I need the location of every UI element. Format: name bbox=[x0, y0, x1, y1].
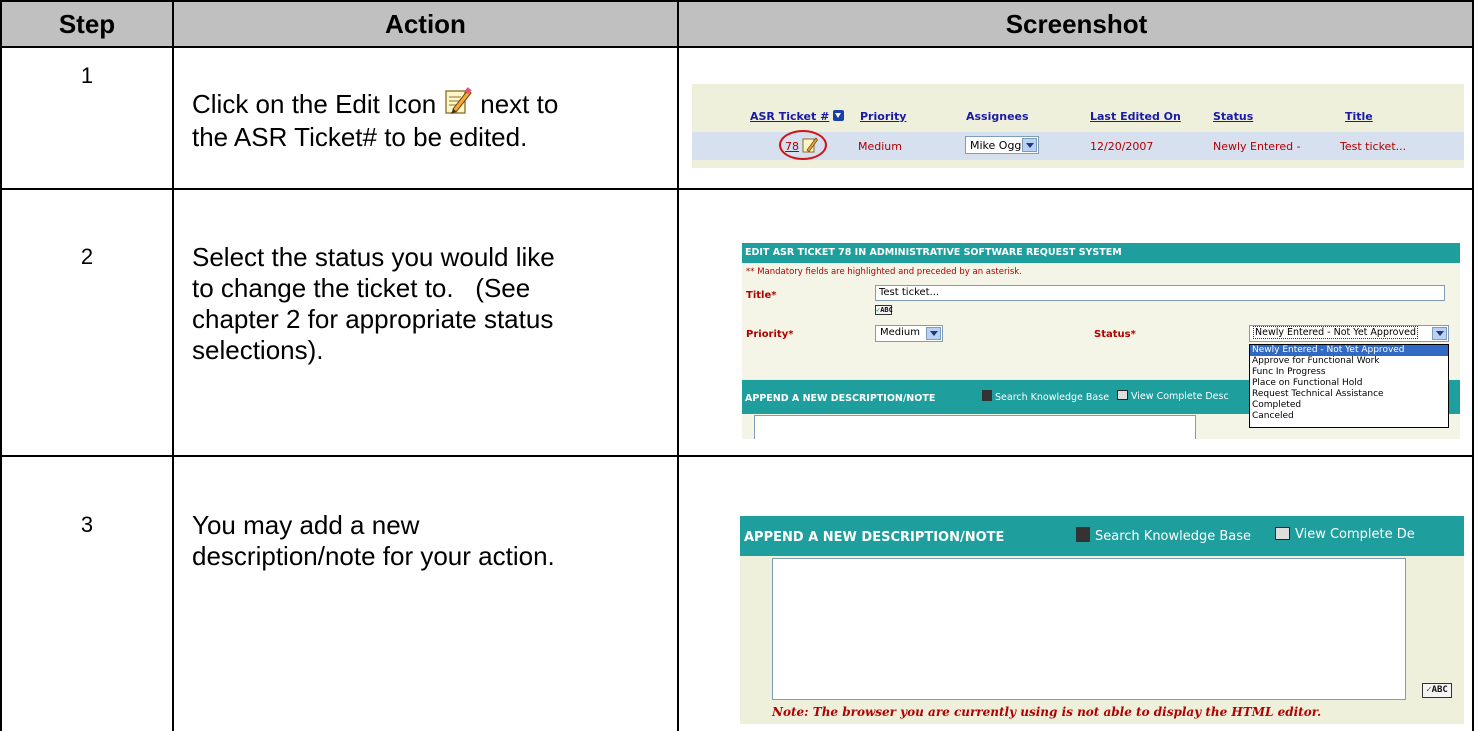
priority-select[interactable]: Medium bbox=[875, 325, 943, 342]
view-complete-link[interactable]: View Complete Desc bbox=[1117, 390, 1229, 402]
search-kb-link[interactable]: Search Knowledge Base bbox=[982, 390, 1109, 403]
edit-ticket-screenshot: EDIT ASR TICKET 78 IN ADMINISTRATIVE SOF… bbox=[742, 243, 1460, 439]
step-action: You may add a new description/note for y… bbox=[192, 510, 667, 572]
books-icon bbox=[1076, 527, 1090, 542]
ticket-title: Test ticket... bbox=[1340, 140, 1407, 153]
title-input[interactable]: Test ticket... bbox=[875, 285, 1445, 301]
document-icon bbox=[1117, 390, 1128, 400]
action-text: Click on the Edit Icon bbox=[192, 89, 437, 119]
status-select[interactable]: Newly Entered - Not Yet Approved bbox=[1249, 325, 1449, 342]
status-option[interactable]: Newly Entered - Not Yet Approved bbox=[1250, 345, 1448, 356]
edit-icon bbox=[444, 86, 472, 116]
ticket-priority: Medium bbox=[858, 140, 902, 153]
instruction-table: Step Action Screenshot 1 Click on the Ed… bbox=[0, 0, 1474, 731]
append-header: APPEND A NEW DESCRIPTION/NOTE bbox=[744, 530, 1005, 545]
ticket-status: Newly Entered - bbox=[1213, 140, 1301, 153]
status-option[interactable]: Func In Progress bbox=[1250, 367, 1448, 378]
row-divider bbox=[2, 0, 1472, 2]
col-status[interactable]: Status bbox=[1213, 110, 1253, 123]
ticket-list-screenshot: ASR Ticket # Priority Assignees Last Edi… bbox=[692, 84, 1464, 168]
action-text: the ASR Ticket# to be edited. bbox=[192, 122, 528, 152]
action-text: selections). bbox=[192, 335, 324, 365]
action-text: chapter 2 for appropriate status bbox=[192, 304, 554, 334]
title-label: Title* bbox=[746, 290, 777, 301]
html-editor-note: Note: The browser you are currently usin… bbox=[772, 705, 1322, 719]
append-note-screenshot: APPEND A NEW DESCRIPTION/NOTE Search Kno… bbox=[740, 516, 1464, 724]
step-action: Click on the Edit Icon next to the ASR T… bbox=[192, 84, 667, 153]
step-number: 3 bbox=[80, 512, 94, 537]
books-icon bbox=[982, 390, 992, 401]
spellcheck-icon[interactable]: ✓ABC bbox=[875, 305, 893, 315]
action-text: to change the ticket to. (See bbox=[192, 273, 531, 303]
row-divider bbox=[2, 455, 1472, 457]
col-last-edited[interactable]: Last Edited On bbox=[1090, 110, 1181, 123]
status-option[interactable]: Request Technical Assistance bbox=[1250, 389, 1448, 400]
ticket-last-edited: 12/20/2007 bbox=[1090, 140, 1154, 153]
chevron-down-icon bbox=[1022, 138, 1037, 152]
status-option[interactable]: Canceled bbox=[1250, 411, 1448, 422]
status-option[interactable]: Completed bbox=[1250, 400, 1448, 411]
action-text: next to bbox=[480, 89, 559, 119]
header-step: Step bbox=[58, 9, 116, 39]
note-textarea[interactable] bbox=[754, 415, 1196, 439]
col-asr-ticket[interactable]: ASR Ticket # bbox=[750, 110, 844, 123]
edit-ticket-header: EDIT ASR TICKET 78 IN ADMINISTRATIVE SOF… bbox=[742, 243, 1460, 263]
action-text: Select the status you would like bbox=[192, 242, 555, 272]
col-divider bbox=[172, 0, 174, 731]
step-action: Select the status you would like to chan… bbox=[192, 242, 667, 366]
sort-icon[interactable] bbox=[832, 110, 844, 121]
status-option[interactable]: Approve for Functional Work bbox=[1250, 356, 1448, 367]
header-action: Action bbox=[385, 9, 466, 39]
view-complete-link[interactable]: View Complete De bbox=[1275, 527, 1415, 542]
action-text: You may add a new bbox=[192, 510, 420, 540]
mandatory-note: ** Mandatory fields are highlighted and … bbox=[746, 267, 1022, 277]
col-priority[interactable]: Priority bbox=[860, 110, 906, 123]
assignee-select[interactable]: Mike Ogg bbox=[965, 136, 1039, 154]
chevron-down-icon bbox=[926, 327, 941, 340]
status-option[interactable]: Place on Functional Hold bbox=[1250, 378, 1448, 389]
highlight-circle bbox=[779, 130, 827, 160]
header-screenshot: Screenshot bbox=[1005, 9, 1148, 39]
append-header: APPEND A NEW DESCRIPTION/NOTE bbox=[745, 393, 936, 404]
status-options-list[interactable]: Newly Entered - Not Yet Approved Approve… bbox=[1249, 344, 1449, 428]
step-number: 1 bbox=[80, 63, 94, 88]
action-text: description/note for your action. bbox=[192, 541, 555, 571]
status-label: Status* bbox=[1094, 329, 1136, 340]
step-number: 2 bbox=[80, 244, 94, 269]
spellcheck-icon[interactable]: ✓ABC bbox=[1422, 683, 1452, 698]
row-divider bbox=[2, 188, 1472, 190]
col-divider bbox=[677, 0, 679, 731]
append-bar: APPEND A NEW DESCRIPTION/NOTE Search Kno… bbox=[740, 516, 1464, 556]
search-kb-link[interactable]: Search Knowledge Base bbox=[1076, 527, 1251, 544]
col-title[interactable]: Title bbox=[1345, 110, 1373, 123]
col-assignees: Assignees bbox=[966, 110, 1029, 123]
document-icon bbox=[1275, 527, 1290, 540]
priority-label: Priority* bbox=[746, 329, 794, 340]
note-textarea[interactable] bbox=[772, 558, 1406, 700]
row-divider bbox=[2, 46, 1472, 48]
chevron-down-icon bbox=[1432, 327, 1447, 340]
